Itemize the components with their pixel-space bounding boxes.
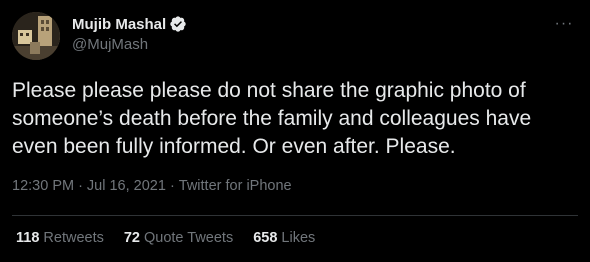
likes-count: 658 <box>253 230 278 246</box>
retweets-label: Retweets <box>43 230 104 246</box>
quote-tweets-count: 72 <box>123 230 140 246</box>
tweet-time[interactable]: 12:30 PM <box>12 178 74 194</box>
tweet-meta: 12:30 PM · Jul 16, 2021 · Twitter for iP… <box>12 178 292 194</box>
verified-badge-icon <box>169 15 187 33</box>
meta-separator: · <box>169 178 175 194</box>
meta-separator: · <box>78 178 83 194</box>
divider <box>12 215 578 216</box>
tweet-text: Please please please do not share the gr… <box>12 79 532 158</box>
quote-tweets-stat[interactable]: 72 Quote Tweets <box>124 230 233 246</box>
quote-tweets-label: Quote Tweets <box>144 230 234 246</box>
tweet-card: Mujib Mashal @MujMash ··· Please please … <box>0 0 590 262</box>
author-display-name[interactable]: Mujib Mashal <box>72 16 166 33</box>
retweets-count: 118 <box>16 230 40 246</box>
tweet-stats: 118 Retweets 72 Quote Tweets 658 Likes <box>16 230 335 246</box>
author-block: Mujib Mashal @MujMash <box>72 14 187 53</box>
likes-stat[interactable]: 658 Likes <box>253 230 315 246</box>
tweet-date[interactable]: Jul 16, 2021 <box>87 178 166 194</box>
more-horizontal-icon: ··· <box>554 15 574 32</box>
more-options-button[interactable]: ··· <box>552 14 576 34</box>
avatar[interactable] <box>12 12 60 60</box>
tweet-source[interactable]: Twitter for iPhone <box>179 178 292 194</box>
retweets-stat[interactable]: 118 Retweets <box>16 230 104 246</box>
avatar-photo <box>12 12 60 60</box>
author-handle[interactable]: @MujMash <box>72 36 187 53</box>
likes-label: Likes <box>281 230 316 246</box>
author-name-row: Mujib Mashal <box>72 14 187 34</box>
